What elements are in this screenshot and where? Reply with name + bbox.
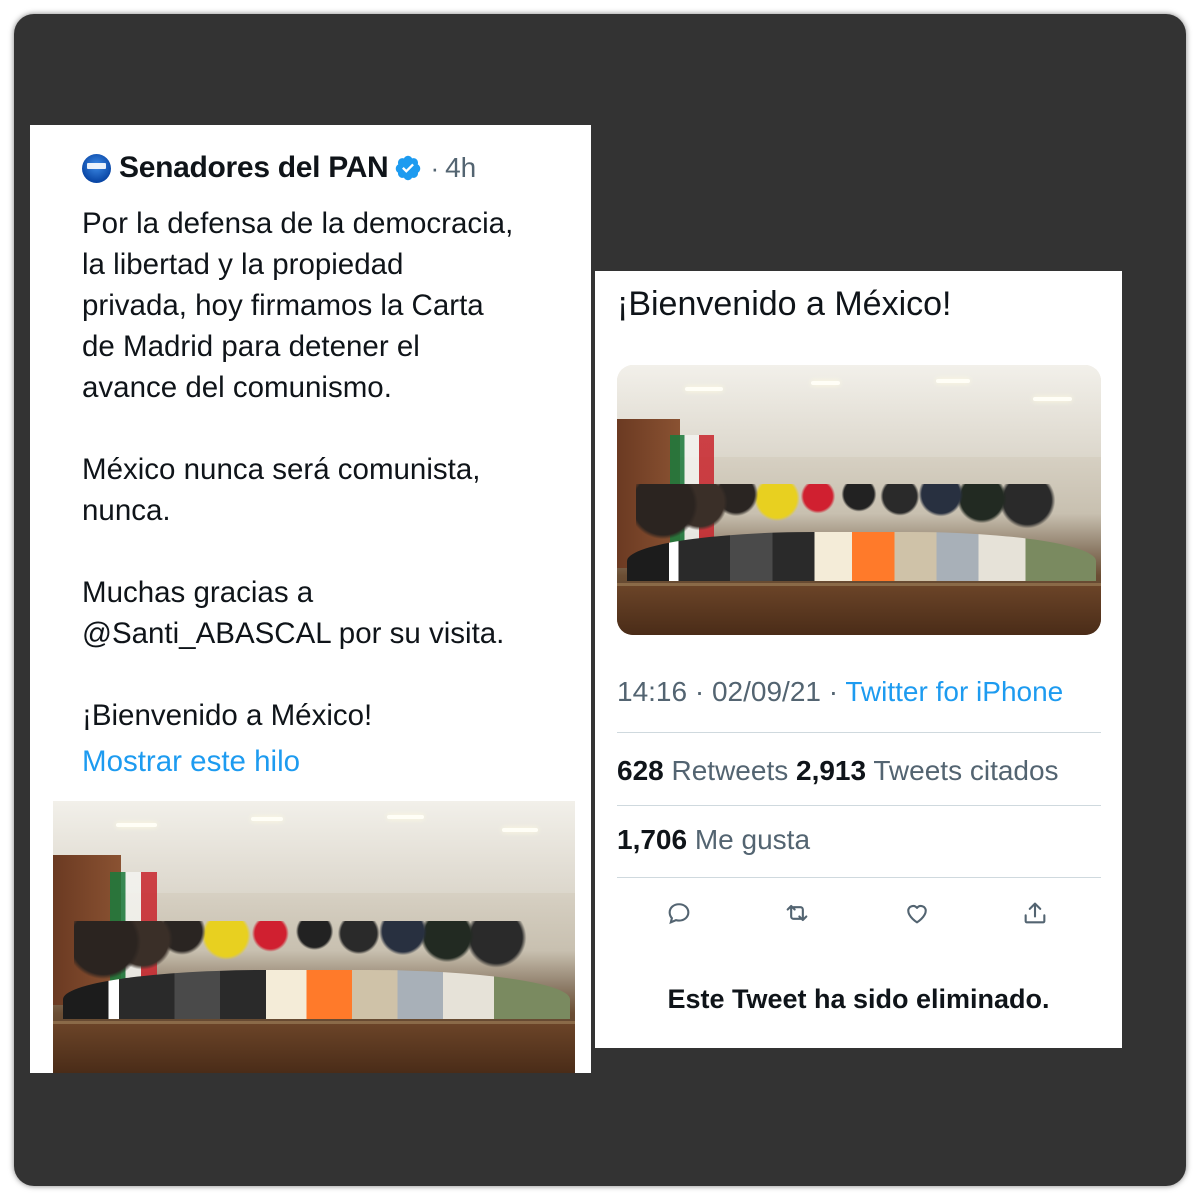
separator-dot: · — [828, 676, 839, 707]
tweet-source[interactable]: Twitter for iPhone — [845, 676, 1063, 707]
quotes-stat[interactable]: 2,913 Tweets citados — [796, 755, 1059, 786]
quotes-count: 2,913 — [796, 755, 867, 786]
senate-logo-icon[interactable] — [82, 153, 111, 183]
tweet-text: ¡Bienvenido a México! — [617, 285, 952, 323]
original-tweet-card[interactable]: Senadores del PAN · 4h Por la defensa de… — [30, 125, 591, 1073]
likes-label: Me gusta — [694, 824, 811, 855]
tweet-paragraph: ¡Bienvenido a México! — [82, 699, 373, 732]
show-thread-link[interactable]: Mostrar este hilo — [82, 745, 300, 779]
deleted-tweet-card[interactable]: ¡Bienvenido a México! 14:16 · 02/09/21 ·… — [595, 271, 1122, 1048]
tweet-header: Senadores del PAN · 4h — [82, 151, 476, 185]
tweet-metadata: 14:16 · 02/09/21 · Twitter for iPhone — [617, 676, 1063, 708]
tweet-time[interactable]: 14:16 — [617, 676, 687, 707]
divider — [617, 805, 1101, 806]
tweet-actions — [617, 895, 1101, 935]
verified-badge-icon — [396, 155, 421, 181]
retweets-label: Retweets — [671, 755, 789, 786]
quotes-label: Tweets citados — [873, 755, 1059, 786]
tweet-photo[interactable] — [617, 365, 1101, 635]
deleted-notice: Este Tweet ha sido eliminado. — [667, 984, 1050, 1014]
likes-count: 1,706 — [617, 824, 688, 855]
tweet-time[interactable]: 4h — [445, 152, 476, 184]
retweets-stat[interactable]: 628 Retweets — [617, 755, 788, 786]
tweet-paragraph: Muchas gracias a @Santi_ABASCAL por su v… — [82, 576, 505, 650]
reply-icon[interactable] — [665, 899, 693, 927]
retweet-icon[interactable] — [783, 899, 811, 927]
like-icon[interactable] — [903, 899, 931, 927]
retweets-count: 628 — [617, 755, 664, 786]
engagement-stats: 628 Retweets 2,913 Tweets citados — [617, 755, 1059, 787]
tweet-photo[interactable] — [53, 801, 575, 1073]
separator-dot: · — [694, 676, 705, 707]
tweet-paragraph: México nunca será comunista, nunca. — [82, 453, 481, 527]
tweet-paragraph: Por la defensa de la democracia, la libe… — [82, 207, 514, 404]
likes-stat[interactable]: 1,706 Me gusta — [617, 824, 810, 856]
tweet-date[interactable]: 02/09/21 — [712, 676, 821, 707]
share-icon[interactable] — [1021, 899, 1049, 927]
tweet-body: Por la defensa de la democracia, la libe… — [82, 203, 572, 736]
divider — [617, 732, 1101, 733]
divider — [617, 877, 1101, 878]
separator-dot: · — [430, 152, 440, 183]
account-name[interactable]: Senadores del PAN — [119, 151, 389, 185]
